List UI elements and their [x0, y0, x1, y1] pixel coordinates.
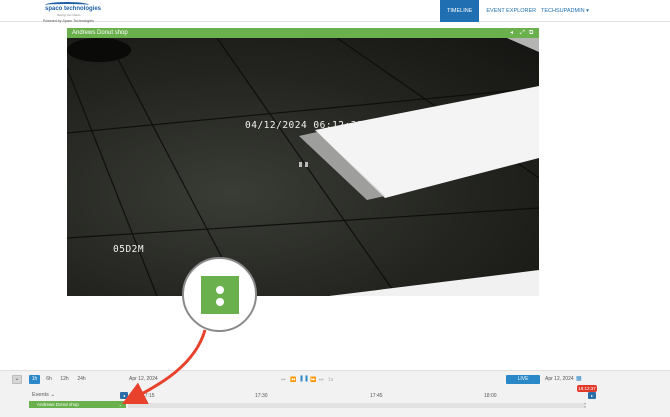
- camera-title-bar: Andrews Donut shop ◂ ⤢ ⧉: [67, 28, 539, 38]
- range-24h-button[interactable]: 24h: [75, 375, 88, 384]
- rewind-icon[interactable]: ⏪: [290, 376, 296, 384]
- spaco-logo[interactable]: spaco technologies Giving You Vision Pow…: [43, 2, 113, 23]
- camera-panel: Andrews Donut shop ◂ ⤢ ⧉ 04/12/2024 06:1…: [67, 28, 539, 296]
- events-dropdown[interactable]: Events ⌄: [32, 391, 55, 399]
- timeline-end-date: Apr 12, 2024: [545, 376, 574, 382]
- top-header: spaco technologies Giving You Vision Pow…: [0, 0, 670, 23]
- current-time-badge: 18:12:37: [577, 385, 597, 392]
- skip-back-icon[interactable]: ⏮: [281, 376, 286, 384]
- nav-event-explorer[interactable]: EVENT EXPLORER: [479, 0, 543, 22]
- main-nav: TIMELINE EVENT EXPLORER: [440, 0, 543, 22]
- kebab-menu-icon[interactable]: [201, 276, 239, 314]
- zoom-callout: [182, 257, 257, 332]
- osd-camera-name: 05D2M: [113, 244, 145, 255]
- logo-brand-text: spaco technologies: [45, 6, 102, 12]
- ceiling-scene-graphic: [67, 38, 539, 296]
- timeline-tick: 17:15: [142, 393, 155, 399]
- timeline-next-icon[interactable]: ▸: [588, 392, 596, 399]
- camera-title: Andrews Donut shop: [72, 30, 128, 36]
- timeline-prev-icon[interactable]: ◂: [120, 392, 128, 399]
- logo-tagline: Giving You Vision: [57, 13, 81, 17]
- timeline-tick: 17:30: [255, 393, 268, 399]
- audio-icon[interactable]: ◂: [510, 29, 513, 37]
- playback-speed[interactable]: 1x: [328, 376, 333, 384]
- range-12h-button[interactable]: 12h: [58, 375, 71, 384]
- nav-timeline[interactable]: TIMELINE: [440, 0, 480, 22]
- pause-icon[interactable]: ❚❚: [299, 375, 309, 383]
- skip-forward-icon[interactable]: ⏭: [319, 376, 324, 384]
- range-1h-button[interactable]: 1h: [29, 375, 40, 384]
- menu-dot-icon: [216, 298, 224, 306]
- live-button[interactable]: LIVE: [506, 375, 540, 384]
- timeline-camera-name: Andrews Donut shop: [37, 402, 79, 407]
- powered-by-text: Powered by Spaco Technologies: [43, 19, 94, 23]
- timeline-tick: 17:45: [370, 393, 383, 399]
- menu-dot-icon: [216, 286, 224, 294]
- osd-datetime: 04/12/2024 06:12:31PM: [245, 120, 376, 131]
- calendar-icon[interactable]: ▦: [576, 375, 582, 384]
- timeline-scrollbar[interactable]: ▴ ▾: [583, 401, 587, 410]
- timeline-track[interactable]: [128, 403, 586, 408]
- timeline-start-date: Apr 12, 2024: [129, 376, 158, 382]
- timeline-panel: ⌄ 1h 6h 12h 24h Apr 12, 2024 ⏮ ⏪ ❚❚ ⏩ ⏭ …: [0, 370, 670, 417]
- fullscreen-icon[interactable]: ⤢: [520, 29, 525, 37]
- popout-icon[interactable]: ⧉: [529, 29, 533, 37]
- camera-row-menu-icon[interactable]: ⌄: [119, 401, 122, 408]
- camera-video-feed[interactable]: 04/12/2024 06:12:31PM 05D2M: [67, 38, 539, 296]
- timeline-camera-row[interactable]: Andrews Donut shop ⌄: [29, 401, 126, 408]
- collapse-timeline-button[interactable]: ⌄: [12, 375, 22, 384]
- app-window: spaco technologies Giving You Vision Pow…: [0, 0, 670, 417]
- fast-forward-icon[interactable]: ⏩: [310, 376, 316, 384]
- timeline-tick: 18:00: [484, 393, 497, 399]
- range-6h-button[interactable]: 6h: [44, 375, 54, 384]
- user-menu[interactable]: TECHSUPADMIN ▾: [541, 0, 589, 22]
